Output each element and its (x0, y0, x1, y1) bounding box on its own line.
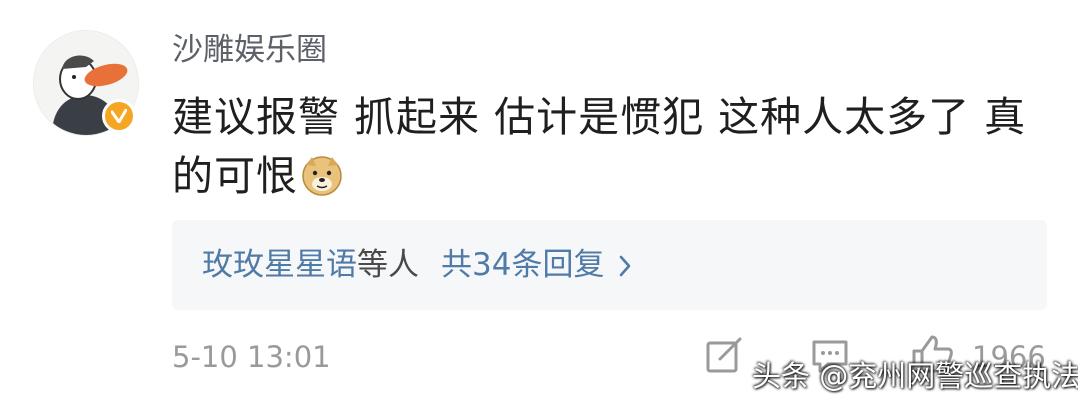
share-icon[interactable] (704, 335, 744, 375)
replies-box[interactable]: 玫玫星星语等人 共34条回复 (172, 220, 1047, 310)
chevron-right-icon (620, 255, 631, 277)
username[interactable]: 沙雕娱乐圈 (172, 30, 327, 70)
doge-emoji-icon (302, 156, 342, 196)
reply-count-link[interactable]: 共34条回复 (441, 247, 604, 283)
reply-etc: 等人 (357, 247, 419, 283)
comment-text: 建议报警 抓起来 估计是惯犯 这种人太多了 真的可恨 (172, 88, 1052, 206)
replies-summary[interactable]: 玫玫星星语等人 共34条回复 (202, 245, 632, 285)
reply-user-names[interactable]: 玫玫星星语 (202, 247, 357, 283)
source-watermark: 头条 @兖州网警巡查执法 (752, 359, 1078, 393)
comment-timestamp: 5-10 13:01 (172, 340, 331, 374)
verified-badge-icon (102, 99, 136, 133)
